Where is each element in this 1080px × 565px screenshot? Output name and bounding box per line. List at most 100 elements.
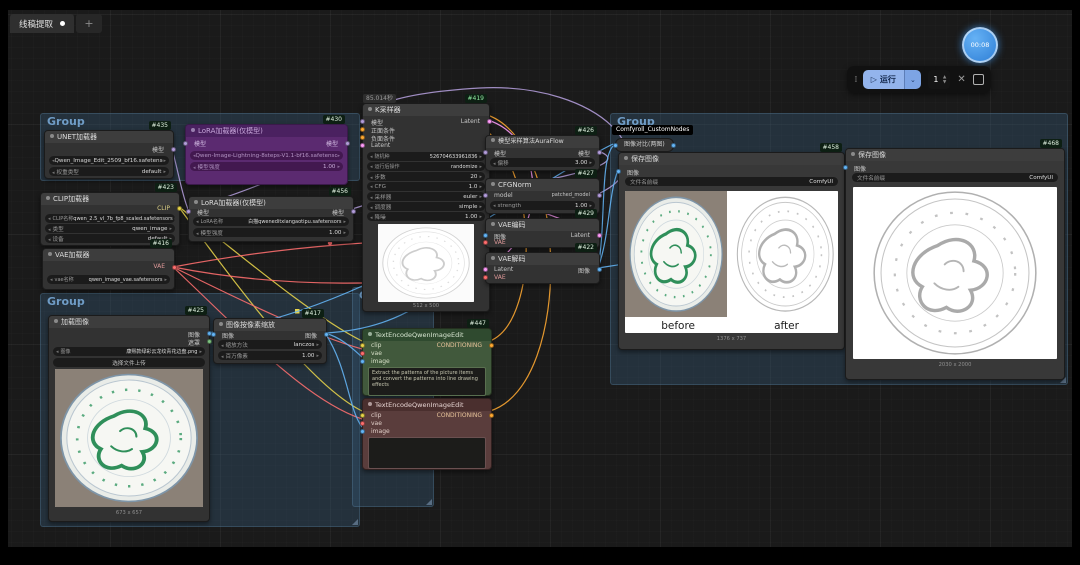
widget-type[interactable]: ◂类型 qwen_image▸: [45, 224, 175, 233]
collapse-dot-icon[interactable]: [50, 134, 54, 138]
slot-model-in[interactable]: [483, 193, 488, 198]
slot-image-in[interactable]: [483, 233, 488, 238]
collapse-dot-icon[interactable]: [851, 152, 855, 156]
node-header[interactable]: K采样器: [363, 104, 489, 116]
widget-upscale-method[interactable]: ◂缩放方法 lanczos▸: [218, 340, 322, 349]
collapse-dot-icon[interactable]: [368, 402, 372, 406]
slot-model-in[interactable]: [186, 209, 191, 214]
prompt-textarea[interactable]: [368, 437, 486, 469]
widget-clip-name[interactable]: ◂CLIP名称 qwen_2.5_vl_7b_fp8_scaled.safete…: [45, 214, 175, 223]
slot-latent-in[interactable]: [360, 143, 365, 148]
node-header[interactable]: LoRA加载器(仅模型): [189, 197, 353, 209]
new-tab-button[interactable]: +: [76, 14, 102, 33]
slot-model-in[interactable]: [483, 150, 488, 155]
collapse-dot-icon[interactable]: [54, 319, 58, 323]
widget-filename-prefix[interactable]: 文件名前缀 ComfyUI: [625, 177, 838, 186]
run-button[interactable]: ▷ 运行: [863, 70, 904, 89]
node-lora-loader[interactable]: #456 LoRA加载器(仅模型) 模型 模型 ◂LoRA名称 白描qwened…: [188, 196, 354, 242]
node-load-image[interactable]: #425 加载图像 图像 遮罩 ◂图像 康熙款绿彩云龙纹青花边盘.png▸ 选择…: [48, 315, 210, 522]
slot-negative-in[interactable]: [360, 135, 365, 140]
run-options-chevron-icon[interactable]: ⌄: [904, 70, 921, 89]
drag-handle-icon[interactable]: ⁞⁞: [854, 75, 856, 85]
slot-model-out[interactable]: [351, 209, 356, 214]
collapse-dot-icon[interactable]: [194, 200, 198, 204]
node-header[interactable]: VAE编码: [486, 219, 599, 231]
image-preview-plate-photo[interactable]: [55, 369, 203, 507]
node-header[interactable]: 图像按像素缩放: [214, 319, 326, 331]
node-header[interactable]: VAE加载器: [43, 249, 174, 261]
node-header[interactable]: TextEncodeQwenImageEdit: [363, 329, 491, 341]
node-header[interactable]: CLIP加载器: [41, 193, 179, 205]
node-text-encode-negative[interactable]: TextEncodeQwenImageEdit clip CONDITIONIN…: [362, 398, 492, 470]
node-save-image-compare[interactable]: #458 保存图像 图像 文件名前缀 ComfyUI: [618, 152, 845, 350]
collapse-dot-icon[interactable]: [368, 332, 372, 336]
widget-megapixels[interactable]: ◂百万像素 1.00▸: [218, 351, 322, 360]
slot-model-out[interactable]: [597, 150, 602, 155]
slot-vae-in[interactable]: [360, 421, 365, 426]
widget-cfg[interactable]: ◂CFG 1.0▸: [367, 182, 485, 191]
node-header[interactable]: 模型采样算法AuraFlow: [486, 136, 599, 148]
node-vae-loader[interactable]: #416 VAE加载器 VAE ◂vae名称 qwen_image_vae.sa…: [42, 248, 175, 290]
collapse-dot-icon[interactable]: [491, 182, 495, 186]
node-header[interactable]: 保存图像: [619, 153, 844, 165]
slot-model-in[interactable]: [360, 119, 365, 124]
widget-steps[interactable]: ◂步数 20▸: [367, 172, 485, 181]
slot-image-in[interactable]: [360, 429, 365, 434]
lineart-preview[interactable]: [853, 187, 1057, 359]
slot-clip-in[interactable]: [360, 343, 365, 348]
collapse-dot-icon[interactable]: [46, 196, 50, 200]
slot-clip-out[interactable]: [177, 206, 182, 211]
slot-vae-in[interactable]: [360, 351, 365, 356]
collapse-dot-icon[interactable]: [491, 138, 495, 142]
widget-weight-dtype[interactable]: ◂权重类型 default▸: [49, 167, 169, 176]
node-header[interactable]: 保存图像: [846, 149, 1064, 161]
collapse-dot-icon[interactable]: [491, 256, 495, 260]
slot-model-out[interactable]: [345, 141, 350, 146]
node-canvas[interactable]: Group Group Group Group: [0, 0, 1080, 565]
collapse-dot-icon[interactable]: [491, 222, 495, 226]
node-lora-loader-bypassed[interactable]: #430 LoRA加载器(仅模型) 模型 模型 ◂Qwen-Image-Ligh…: [185, 124, 348, 185]
slot-conditioning-out[interactable]: [489, 343, 494, 348]
widget-seed[interactable]: ◂随机种 526704633961836▸: [367, 152, 485, 161]
slot-positive-in[interactable]: [360, 127, 365, 132]
slot-vae-out[interactable]: [172, 265, 177, 270]
widget-vae-name[interactable]: ◂vae名称 qwen_image_vae.safetensors▸: [47, 275, 170, 284]
collapse-dot-icon[interactable]: [368, 107, 372, 111]
slot-image-in[interactable]: [616, 169, 621, 174]
node-image-scale[interactable]: #417 图像按像素缩放 图像 图像 ◂缩放方法 lanczos▸ ◂百万像素 …: [213, 318, 327, 364]
node-header[interactable]: LoRA加载器(仅模型): [186, 125, 347, 137]
node-image-compare-collapsed[interactable]: 图像对比(两图): [615, 138, 674, 152]
widget-lora-name[interactable]: ◂LoRA名称 白描qweneditxiangaotipu.safetensor…: [193, 217, 349, 226]
node-header[interactable]: VAE解码: [486, 253, 599, 265]
node-clip-loader[interactable]: #423 CLIP加载器 CLIP ◂CLIP名称 qwen_2.5_vl_7b…: [40, 192, 180, 246]
slot-patched-model-out[interactable]: [597, 193, 602, 198]
node-header[interactable]: CFGNorm: [486, 179, 599, 191]
node-ksampler[interactable]: 85.014秒 #419 K采样器 模型 正面条件 负面条件 Latent La…: [362, 103, 490, 312]
widget-model-strength[interactable]: ◂模型强度 1.00▸: [193, 228, 349, 237]
collapse-dot-icon[interactable]: [219, 322, 223, 326]
slot-model-in[interactable]: [183, 141, 188, 146]
widget-sampler-name[interactable]: ◂采样器 euler▸: [367, 192, 485, 201]
slot-mask-out[interactable]: [207, 339, 212, 344]
node-model-sampling-auraflow[interactable]: #426 模型采样算法AuraFlow 模型 模型 ◂偏移 3.00▸: [485, 135, 600, 171]
slot-vae-in[interactable]: [483, 240, 488, 245]
widget-denoise[interactable]: ◂降噪 1.00▸: [367, 212, 485, 221]
node-unet-loader[interactable]: #435 UNET加载器 模型 ◂Qwen_Image_Edit_2509_bf…: [44, 130, 174, 179]
slot-model-out[interactable]: [171, 147, 176, 152]
batch-count-stepper[interactable]: 1 ▲▼: [928, 70, 950, 89]
stop-icon[interactable]: [973, 74, 984, 85]
collapse-dot-icon[interactable]: [48, 252, 52, 256]
slot-image-out[interactable]: [324, 332, 329, 337]
widget-ckpt-name[interactable]: ◂Qwen_Image_Edit_2509_bf16.safetensors▸: [49, 156, 169, 165]
slot-image-in[interactable]: [613, 143, 618, 148]
slot-image-in[interactable]: [211, 332, 216, 337]
widget-model-strength[interactable]: ◂模型强度 1.00▸: [190, 162, 343, 171]
node-header[interactable]: 加载图像: [49, 316, 209, 328]
slot-clip-in[interactable]: [360, 413, 365, 418]
node-text-encode-positive[interactable]: #447 TextEncodeQwenImageEdit clip CONDIT…: [362, 328, 492, 396]
slot-latent-out[interactable]: [597, 233, 602, 238]
tab-workflow[interactable]: 线稿提取: [10, 14, 74, 33]
widget-shift[interactable]: ◂偏移 3.00▸: [490, 158, 595, 167]
node-header[interactable]: UNET加载器: [45, 131, 173, 143]
compare-preview[interactable]: before after: [625, 191, 838, 333]
